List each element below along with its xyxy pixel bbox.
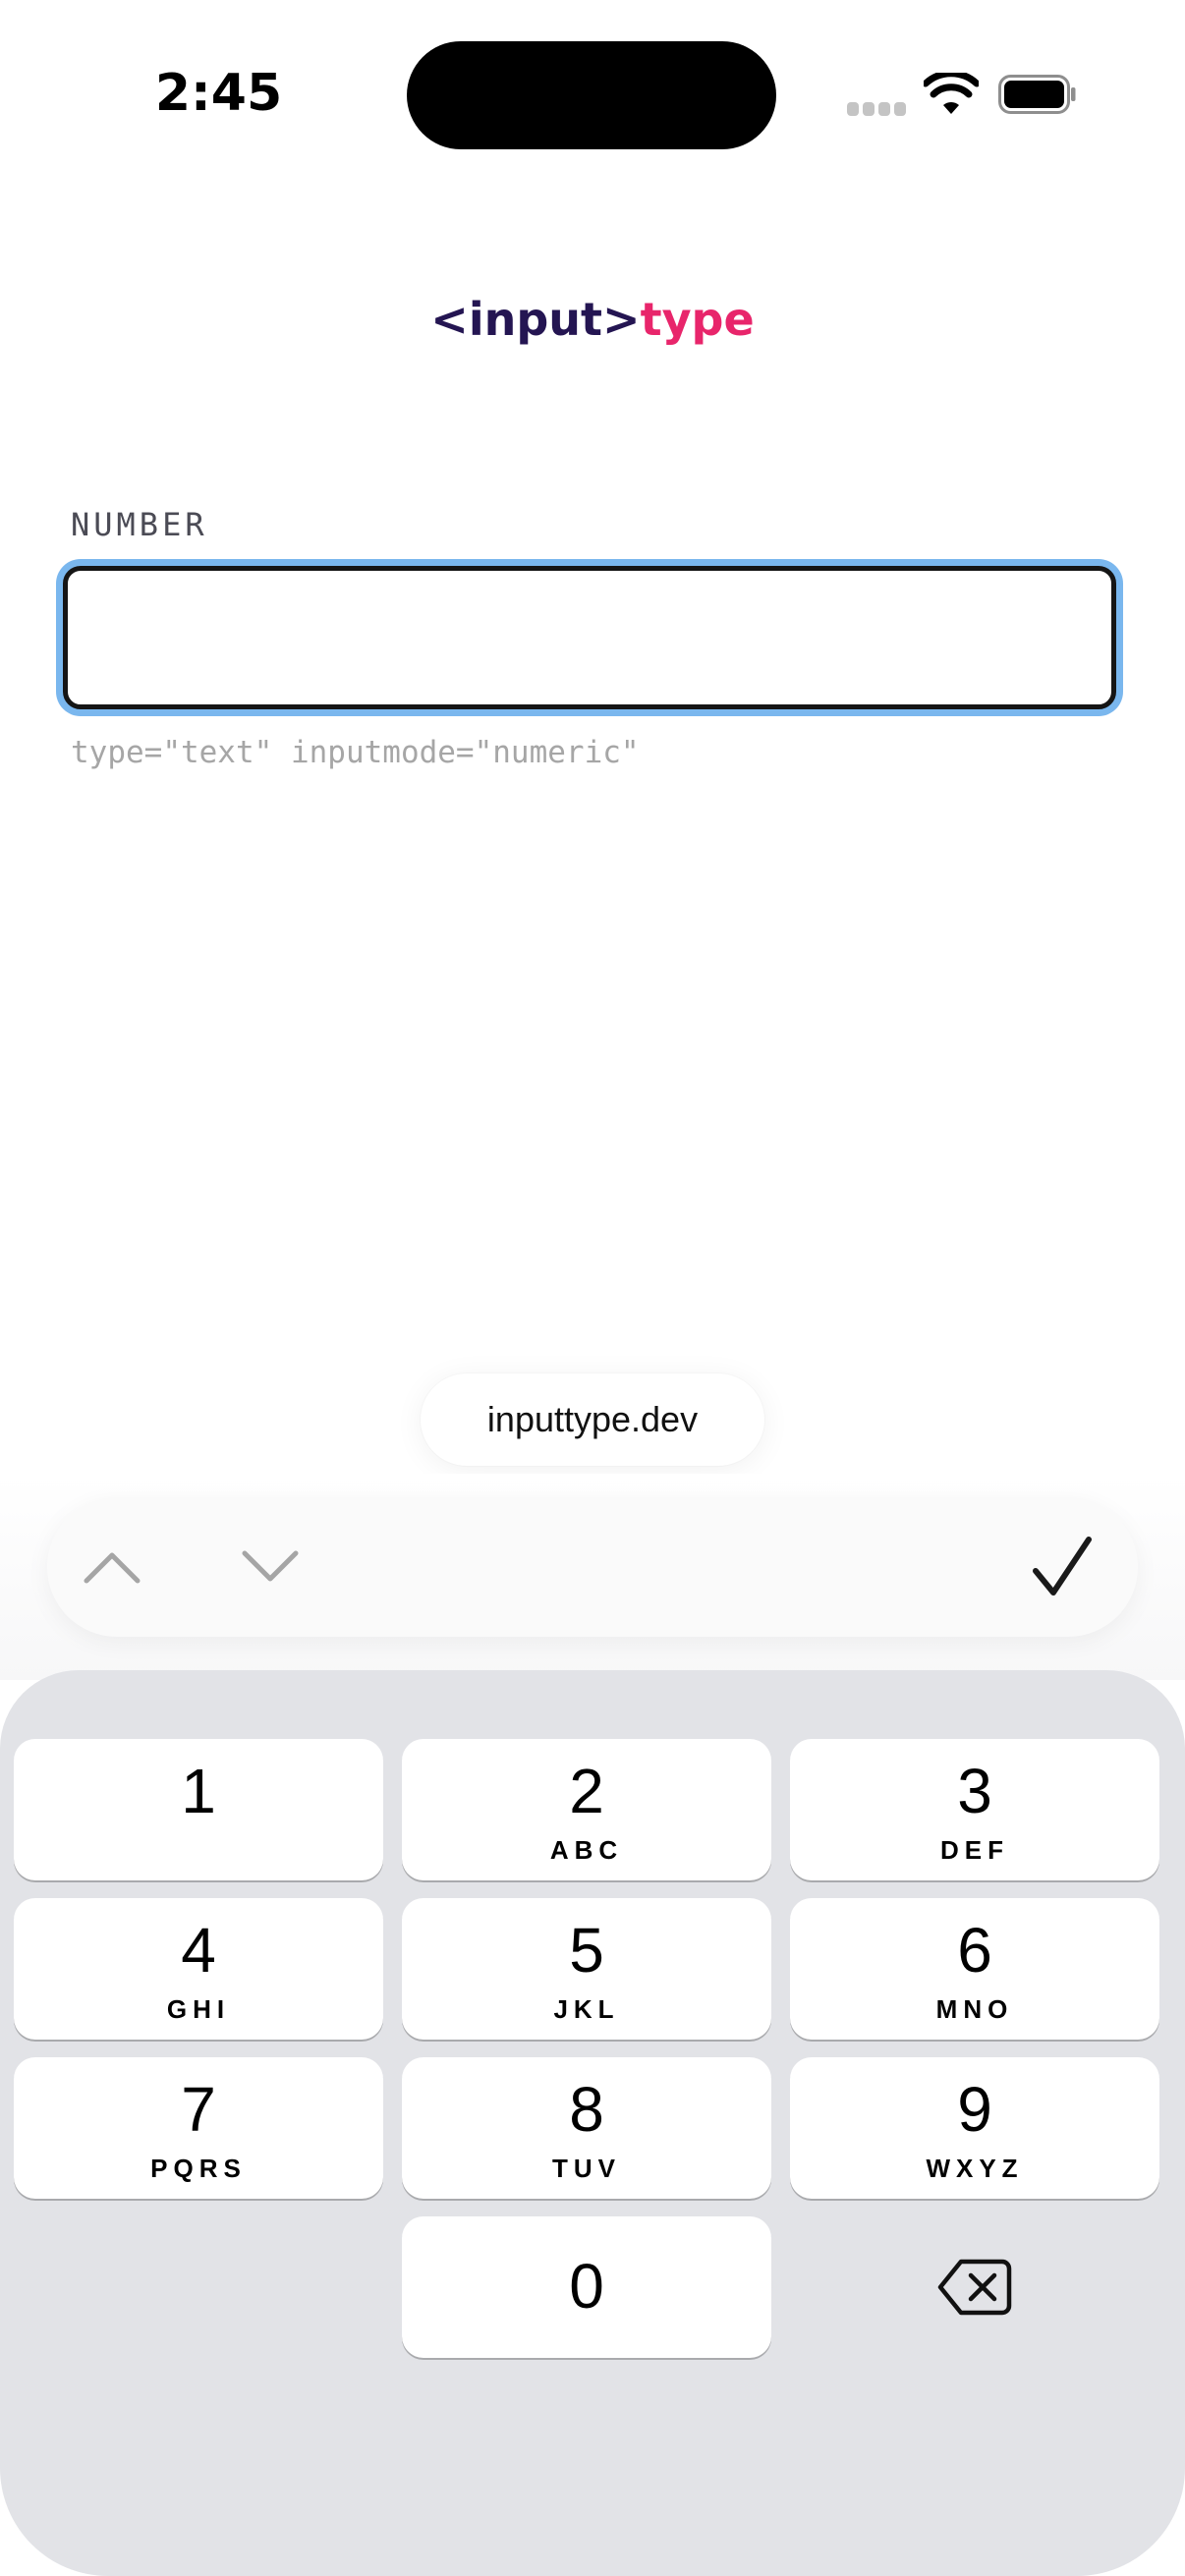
wifi-icon: [924, 73, 979, 114]
key-digit: 2: [569, 1756, 604, 1826]
key-6[interactable]: 6 MNO: [790, 1898, 1159, 2040]
url-bar[interactable]: inputtype.dev: [421, 1373, 764, 1466]
delete-backspace-icon: [937, 2259, 1012, 2316]
keyboard-accessory-bar: [47, 1497, 1138, 1637]
key-letters: TUV: [552, 2154, 621, 2183]
key-digit: 7: [181, 2074, 216, 2145]
number-input[interactable]: [63, 566, 1116, 709]
next-field-button[interactable]: [211, 1497, 329, 1637]
checkmark-icon: [1033, 1537, 1092, 1596]
key-letters: JKL: [553, 1994, 620, 2024]
key-2[interactable]: 2 ABC: [402, 1739, 771, 1880]
key-letters: MNO: [935, 1994, 1014, 2024]
key-letters: ABC: [549, 1835, 624, 1865]
key-3[interactable]: 3 DEF: [790, 1739, 1159, 1880]
number-field-label: NUMBER: [71, 506, 208, 543]
key-digit: 5: [569, 1915, 604, 1986]
key-1[interactable]: 1: [14, 1739, 383, 1880]
key-7[interactable]: 7 PQRS: [14, 2057, 383, 2199]
logo-type-text: type: [640, 293, 755, 346]
previous-field-button[interactable]: [53, 1497, 171, 1637]
key-digit: 6: [957, 1915, 992, 1986]
key-digit: 3: [957, 1756, 992, 1826]
key-digit: 8: [569, 2074, 604, 2145]
key-letters: DEF: [940, 1835, 1009, 1865]
key-digit: 1: [181, 1756, 216, 1826]
site-logo[interactable]: <input>type: [0, 285, 1185, 354]
screen: 2:45 <input>type NUMBER type="text" inpu…: [0, 0, 1185, 2576]
key-digit: 9: [957, 2074, 992, 2145]
status-time: 2:45: [154, 64, 283, 123]
key-4[interactable]: 4 GHI: [14, 1898, 383, 2040]
chevron-down-icon: [242, 1550, 299, 1582]
key-letters: GHI: [166, 1994, 231, 2024]
key-letters: WXYZ: [926, 2154, 1024, 2183]
key-digit: 0: [569, 2251, 604, 2322]
logo-input-text: <input>: [430, 293, 641, 346]
key-5[interactable]: 5 JKL: [402, 1898, 771, 2040]
key-0[interactable]: 0: [402, 2216, 771, 2358]
key-digit: 4: [181, 1915, 216, 1986]
chevron-up-icon: [84, 1552, 141, 1584]
battery-icon: [998, 75, 1076, 114]
key-letters: PQRS: [150, 2154, 247, 2183]
dynamic-island: [407, 41, 776, 149]
key-9[interactable]: 9 WXYZ: [790, 2057, 1159, 2199]
key-8[interactable]: 8 TUV: [402, 2057, 771, 2199]
delete-key[interactable]: [790, 2216, 1159, 2358]
cellular-signal-icon: [847, 102, 908, 116]
input-attributes-hint: type="text" inputmode="numeric": [71, 735, 640, 770]
done-button[interactable]: [1004, 1497, 1122, 1637]
